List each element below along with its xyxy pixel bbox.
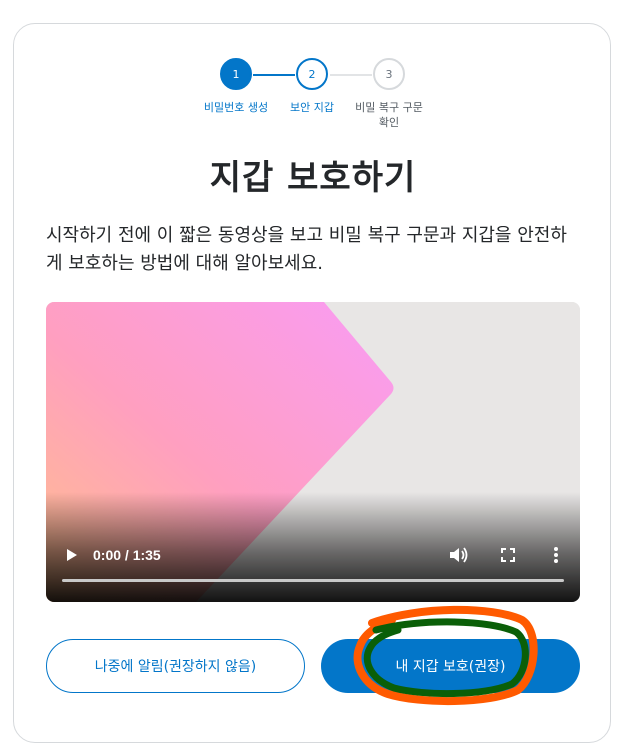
page-title: 지갑 보호하기 bbox=[209, 158, 417, 198]
step-2-indicator: 2 bbox=[296, 58, 328, 90]
more-options-button[interactable] bbox=[548, 545, 564, 565]
step-1-indicator: 1 bbox=[220, 58, 252, 90]
remind-later-button[interactable]: 나중에 알림(권장하지 않음) bbox=[46, 639, 305, 693]
step-2-label: 보안 지갑 bbox=[290, 101, 334, 114]
step-3-indicator: 3 bbox=[373, 58, 405, 90]
step-1-label: 비밀번호 생성 bbox=[203, 101, 269, 114]
fullscreen-icon bbox=[501, 548, 515, 562]
video-progress-bar[interactable] bbox=[62, 579, 564, 582]
page-description: 시작하기 전에 이 짧은 동영상을 보고 비밀 복구 구문과 지갑을 안전하게 … bbox=[46, 225, 567, 274]
fullscreen-button[interactable] bbox=[499, 546, 517, 564]
play-button[interactable] bbox=[62, 546, 80, 564]
step-2-number: 2 bbox=[308, 67, 316, 81]
video-player[interactable]: 0:00 / 1:35 bbox=[46, 302, 580, 602]
secure-wallet-label: 내 지갑 보호(권장) bbox=[395, 659, 506, 675]
step-3-label: 비밀 복구 구문 확인 bbox=[355, 101, 423, 129]
remind-later-label: 나중에 알림(권장하지 않음) bbox=[94, 659, 257, 675]
step-1-number: 1 bbox=[232, 67, 240, 81]
step-3-number: 3 bbox=[385, 67, 393, 81]
more-vert-icon bbox=[554, 547, 558, 563]
stepper-connector-complete bbox=[253, 74, 295, 76]
volume-button[interactable] bbox=[448, 545, 470, 565]
video-time: 0:00 / 1:35 bbox=[93, 547, 161, 563]
play-icon bbox=[67, 549, 77, 561]
stepper-connector-pending bbox=[330, 74, 372, 76]
secure-wallet-button[interactable]: 내 지갑 보호(권장) bbox=[321, 639, 580, 693]
progress-stepper: 1 2 3 비밀번호 생성 보안 지갑 비밀 복구 구문 확인 bbox=[0, 0, 626, 140]
volume-icon bbox=[450, 547, 468, 563]
